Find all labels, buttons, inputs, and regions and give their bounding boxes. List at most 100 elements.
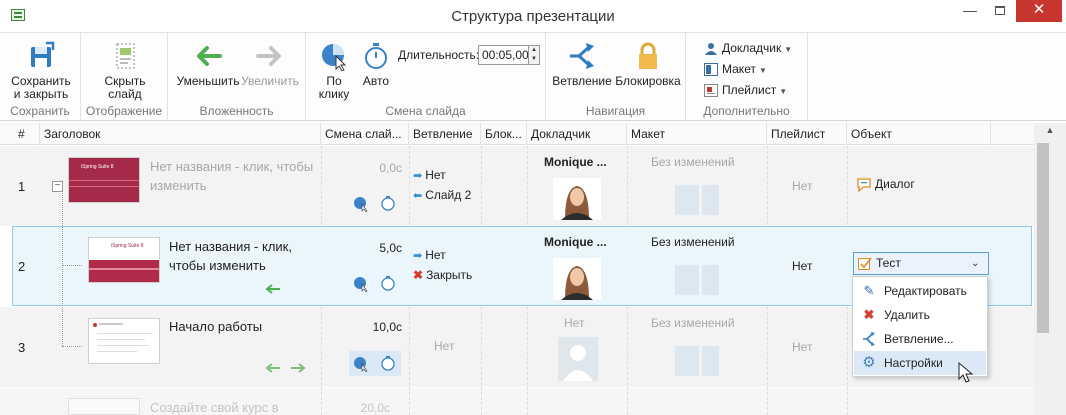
col-lock[interactable]: Блок... — [481, 123, 527, 145]
arrow-right-icon: ➡ — [413, 250, 423, 262]
slide-duration: 20,0с — [360, 401, 390, 415]
playlist-value[interactable]: Нет — [792, 259, 812, 273]
col-playlist[interactable]: Плейлист — [767, 123, 847, 145]
slide-title[interactable]: Создайте свой курс в — [150, 398, 279, 415]
slide-thumbnail[interactable]: iSpring Suite 8 — [88, 237, 160, 283]
presenter-name[interactable]: Monique ... — [544, 155, 607, 169]
layout-value[interactable]: Без изменений — [651, 235, 735, 249]
gear-icon: ⚙ — [862, 354, 876, 371]
group-save: Сохранить и закрыть Сохранить — [0, 33, 81, 121]
col-presenter[interactable]: Докладчик — [527, 123, 627, 145]
slide-thumbnail[interactable] — [88, 318, 160, 364]
maximize-button[interactable] — [986, 0, 1014, 22]
branching-icon — [863, 332, 875, 346]
layout-placeholder-icon — [675, 185, 719, 215]
layout-label: Макет — [722, 62, 756, 76]
arrow-left-icon[interactable] — [265, 283, 281, 295]
group-extra-label: Дополнительно — [703, 104, 790, 118]
group-save-label: Сохранить — [10, 104, 70, 118]
ribbon: Сохранить и закрыть Сохранить Скрыть сла… — [0, 33, 1066, 121]
layout-placeholder-icon — [675, 265, 719, 295]
slide-duration: 10,0с — [372, 320, 402, 334]
branch-next[interactable]: ➡ Нет — [413, 245, 446, 266]
col-branching[interactable]: Ветвление — [409, 123, 481, 145]
person-icon — [704, 42, 718, 56]
arrow-left-icon — [197, 46, 222, 66]
col-slide-change[interactable]: Смена слай... — [321, 123, 409, 145]
on-click-icon[interactable] — [353, 196, 369, 212]
window-title: Структура презентации — [451, 8, 615, 25]
collapse-toggle[interactable]: − — [52, 181, 63, 192]
slide-title[interactable]: Начало работы — [169, 317, 262, 336]
object-dialog[interactable]: Диалог — [856, 177, 915, 193]
presenter-name[interactable]: Monique ... — [544, 235, 607, 249]
branch-close[interactable]: ✖ Закрыть — [413, 265, 472, 285]
slide-duration: 5,0с — [379, 241, 402, 255]
auto-label: Авто — [362, 74, 390, 88]
slide-title[interactable]: Нет названия - клик, чтобы изменить — [150, 157, 313, 195]
decrease-button[interactable]: Уменьшить — [176, 41, 240, 88]
arrow-left-icon[interactable] — [265, 362, 281, 374]
save-label-2: и закрыть — [13, 87, 69, 101]
playlist-value[interactable]: Нет — [792, 179, 812, 193]
auto-button[interactable]: Авто — [356, 41, 396, 88]
col-number[interactable]: # — [0, 123, 40, 145]
scrollbar-thumb[interactable] — [1037, 143, 1049, 333]
on-click-icon[interactable] — [353, 356, 369, 372]
col-layout[interactable]: Макет — [627, 123, 767, 145]
group-display: Скрыть слайд Отображение — [81, 33, 168, 121]
slide-thumbnail[interactable] — [68, 398, 140, 415]
close-button[interactable]: ✕ — [1016, 0, 1062, 22]
group-slide-change-label: Смена слайда — [385, 104, 466, 118]
playlist-dropdown[interactable]: Плейлист ▼ — [704, 81, 787, 99]
playlist-value[interactable]: Нет — [792, 340, 812, 354]
stopwatch-icon[interactable] — [380, 275, 396, 291]
vertical-scrollbar[interactable]: ▲ — [1034, 123, 1066, 415]
branch-value[interactable]: Нет — [434, 339, 454, 353]
save-close-button[interactable]: Сохранить и закрыть — [8, 41, 74, 101]
menu-item-edit[interactable]: ✎ Редактировать — [854, 279, 986, 303]
slide-title[interactable]: Нет названия - клик, чтобы изменить — [169, 237, 292, 275]
presenter-dropdown[interactable]: Докладчик ▼ — [704, 39, 792, 57]
checklist-icon — [858, 257, 872, 270]
group-extra: Докладчик ▼ Макет ▼ Плейлист ▼ Дополнительн… — [686, 33, 808, 121]
branching-button[interactable]: Ветвление — [550, 41, 614, 88]
caret-down-icon: ▼ — [758, 66, 767, 75]
col-title[interactable]: Заголовок — [40, 123, 321, 145]
increase-button[interactable]: Увеличить — [238, 41, 302, 88]
group-nesting: Уменьшить Увеличить Вложенность — [168, 33, 306, 121]
layout-dropdown[interactable]: Макет ▼ — [704, 60, 767, 78]
duration-input[interactable]: 00:05,00 — [478, 45, 529, 65]
object-select[interactable]: Тест ⌄ — [853, 252, 989, 275]
on-click-button[interactable]: По клику — [312, 41, 356, 101]
hide-slide-button[interactable]: Скрыть слайд — [95, 41, 155, 101]
presenter-placeholder-icon — [558, 337, 598, 381]
layout-icon — [704, 63, 718, 77]
layout-value[interactable]: Без изменений — [651, 316, 735, 330]
arrow-right-icon[interactable] — [290, 362, 306, 374]
presenter-name[interactable]: Нет — [564, 316, 584, 330]
stopwatch-icon — [365, 43, 387, 69]
stopwatch-icon[interactable] — [380, 195, 396, 211]
presenter-label: Докладчик — [722, 41, 782, 55]
menu-item-delete[interactable]: ✖ Удалить — [854, 303, 986, 327]
delete-icon: ✖ — [863, 307, 875, 322]
branch-prev[interactable]: ⬅ Слайд 2 — [413, 185, 471, 206]
slide-thumbnail[interactable]: iSpring Suite 8 — [68, 157, 140, 203]
lock-button[interactable]: Блокировка — [614, 41, 682, 88]
on-click-icon[interactable] — [353, 276, 369, 292]
presenter-photo — [553, 178, 601, 220]
increase-label: Увеличить — [241, 74, 299, 88]
layout-placeholder-icon — [675, 346, 719, 376]
tree-line — [62, 265, 82, 266]
col-object[interactable]: Объект — [847, 123, 991, 145]
layout-value[interactable]: Без изменений — [651, 155, 735, 169]
arrow-right-icon — [256, 46, 281, 66]
speech-bubble-icon — [857, 178, 871, 193]
duration-spinner[interactable]: ▲ ▼ — [528, 45, 540, 65]
branch-next[interactable]: ➡ Нет — [413, 165, 446, 186]
stopwatch-icon[interactable] — [380, 355, 396, 371]
minimize-button[interactable]: — — [956, 0, 984, 22]
menu-item-branching[interactable]: Ветвление... — [854, 327, 986, 351]
scroll-up-arrow-icon[interactable]: ▲ — [1034, 125, 1066, 135]
